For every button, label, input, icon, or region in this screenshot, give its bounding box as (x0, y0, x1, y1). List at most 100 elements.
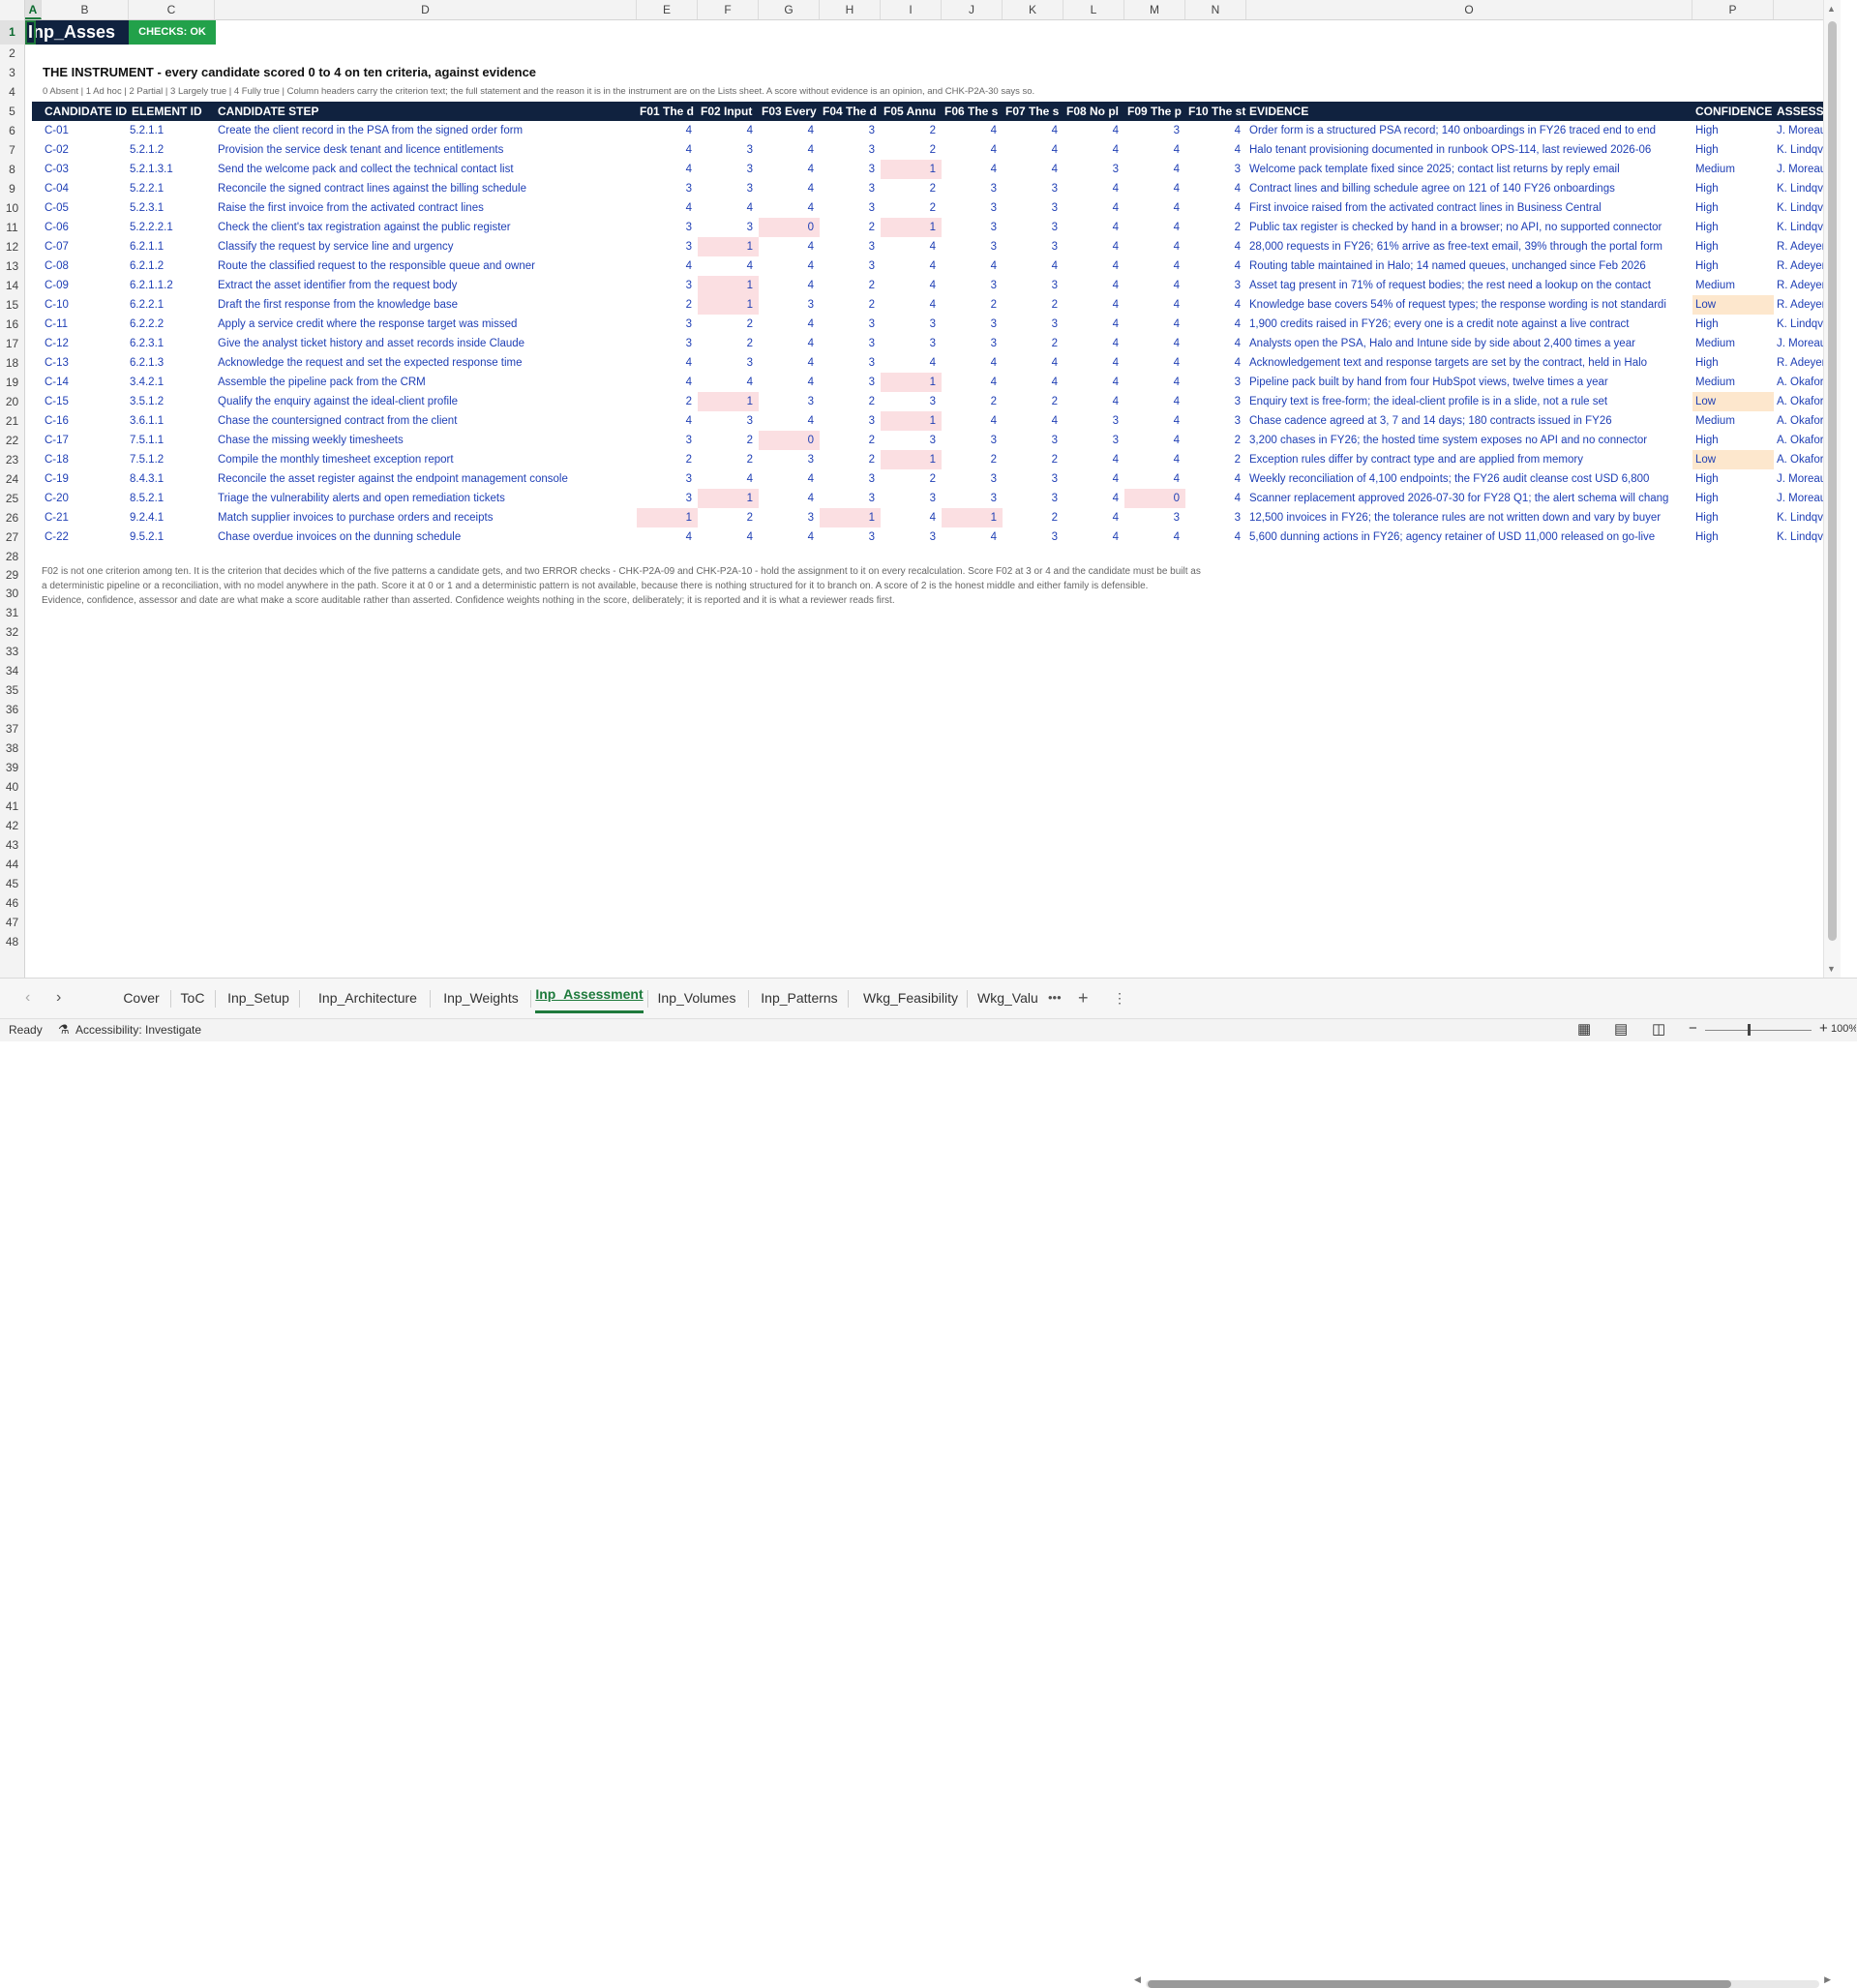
score-cell-f07[interactable]: 3 (1003, 315, 1063, 334)
score-cell-f07[interactable]: 4 (1003, 160, 1063, 179)
candidate-id-cell[interactable]: C-01 (42, 121, 129, 140)
candidate-step-cell[interactable]: Assemble the pipeline pack from the CRM (215, 373, 637, 392)
confidence-cell[interactable]: Medium (1692, 373, 1774, 392)
score-cell-f07[interactable]: 4 (1003, 256, 1063, 276)
score-cell-f01[interactable]: 3 (637, 237, 698, 256)
candidate-id-cell[interactable]: C-18 (42, 450, 129, 469)
row-header-14[interactable]: 14 (0, 276, 24, 295)
zoom-slider-handle[interactable] (1748, 1024, 1751, 1036)
score-cell-f04[interactable]: 2 (820, 431, 881, 450)
confidence-cell[interactable]: High (1692, 218, 1774, 237)
score-cell-f09[interactable]: 4 (1124, 353, 1185, 373)
score-cell-f02[interactable]: 4 (698, 121, 759, 140)
score-cell-f06[interactable]: 4 (942, 411, 1003, 431)
score-cell-f09[interactable]: 4 (1124, 237, 1185, 256)
score-cell-f08[interactable]: 4 (1063, 392, 1124, 411)
row-header-32[interactable]: 32 (0, 622, 24, 642)
score-cell-f07[interactable]: 3 (1003, 179, 1063, 198)
confidence-cell[interactable]: High (1692, 489, 1774, 508)
score-cell-f10[interactable]: 4 (1185, 334, 1246, 353)
score-cell-f03[interactable]: 4 (759, 469, 820, 489)
score-cell-f01[interactable]: 4 (637, 160, 698, 179)
score-cell-f06[interactable]: 4 (942, 160, 1003, 179)
score-cell-f07[interactable]: 3 (1003, 198, 1063, 218)
element-id-cell[interactable]: 6.2.2.1 (129, 295, 215, 315)
instrument-heading[interactable]: THE INSTRUMENT - every candidate scored … (25, 63, 1670, 82)
table-header-7[interactable]: F05 Annu (881, 102, 942, 121)
evidence-cell[interactable]: Pipeline pack built by hand from four Hu… (1246, 373, 1692, 392)
candidate-step-cell[interactable]: Reconcile the signed contract lines agai… (215, 179, 637, 198)
score-cell-f06[interactable]: 4 (942, 140, 1003, 160)
score-cell-f05[interactable]: 2 (881, 140, 942, 160)
row-header-19[interactable]: 19 (0, 373, 24, 392)
score-cell-f03[interactable]: 4 (759, 411, 820, 431)
zoom-in-icon[interactable]: + (1819, 1020, 1828, 1037)
row-header-10[interactable]: 10 (0, 198, 24, 218)
sheet-tab-inp-volumes[interactable]: Inp_Volumes (649, 979, 744, 1019)
score-cell-f08[interactable]: 4 (1063, 140, 1124, 160)
column-header-l[interactable]: L (1063, 0, 1124, 19)
score-cell-f02[interactable]: 2 (698, 315, 759, 334)
score-cell-f01[interactable]: 2 (637, 392, 698, 411)
table-header-8[interactable]: F06 The s (942, 102, 1003, 121)
score-cell-f10[interactable]: 4 (1185, 256, 1246, 276)
add-sheet-button[interactable]: + (1078, 979, 1089, 1019)
score-cell-f05[interactable]: 3 (881, 334, 942, 353)
score-cell-f09[interactable]: 4 (1124, 179, 1185, 198)
evidence-cell[interactable]: Contract lines and billing schedule agre… (1246, 179, 1692, 198)
score-cell-f08[interactable]: 4 (1063, 295, 1124, 315)
row-header-9[interactable]: 9 (0, 179, 24, 198)
score-cell-f03[interactable]: 4 (759, 237, 820, 256)
score-cell-f07[interactable]: 2 (1003, 508, 1063, 527)
score-cell-f03[interactable]: 4 (759, 334, 820, 353)
table-header-10[interactable]: F08 No pl (1063, 102, 1124, 121)
score-cell-f04[interactable]: 1 (820, 508, 881, 527)
row-header-45[interactable]: 45 (0, 874, 24, 893)
score-cell-f07[interactable]: 2 (1003, 334, 1063, 353)
score-cell-f05[interactable]: 3 (881, 431, 942, 450)
row-header-2[interactable]: 2 (0, 45, 24, 63)
score-legend[interactable]: 0 Absent | 1 Ad hoc | 2 Partial | 3 Larg… (25, 82, 1670, 102)
row-header-17[interactable]: 17 (0, 334, 24, 353)
element-id-cell[interactable]: 7.5.1.1 (129, 431, 215, 450)
confidence-cell[interactable]: High (1692, 315, 1774, 334)
row-header-47[interactable]: 47 (0, 913, 24, 932)
element-id-cell[interactable]: 3.5.1.2 (129, 392, 215, 411)
score-cell-f01[interactable]: 3 (637, 469, 698, 489)
score-cell-f02[interactable]: 2 (698, 508, 759, 527)
score-cell-f02[interactable]: 3 (698, 160, 759, 179)
row-header-27[interactable]: 27 (0, 527, 24, 547)
confidence-cell[interactable]: Low (1692, 392, 1774, 411)
score-cell-f01[interactable]: 4 (637, 256, 698, 276)
candidate-step-cell[interactable]: Give the analyst ticket history and asse… (215, 334, 637, 353)
element-id-cell[interactable]: 3.6.1.1 (129, 411, 215, 431)
candidate-step-cell[interactable]: Acknowledge the request and set the expe… (215, 353, 637, 373)
score-cell-f09[interactable]: 4 (1124, 160, 1185, 179)
element-id-cell[interactable]: 7.5.1.2 (129, 450, 215, 469)
score-cell-f10[interactable]: 4 (1185, 121, 1246, 140)
score-cell-f07[interactable]: 2 (1003, 295, 1063, 315)
score-cell-f01[interactable]: 3 (637, 276, 698, 295)
score-cell-f10[interactable]: 4 (1185, 179, 1246, 198)
evidence-cell[interactable]: Asset tag present in 71% of request bodi… (1246, 276, 1692, 295)
score-cell-f03[interactable]: 3 (759, 295, 820, 315)
accessibility-status[interactable]: Accessibility: Investigate (75, 1023, 201, 1037)
score-cell-f09[interactable]: 0 (1124, 489, 1185, 508)
score-cell-f09[interactable]: 4 (1124, 140, 1185, 160)
more-sheets-icon[interactable]: ••• (1048, 979, 1062, 1019)
confidence-cell[interactable]: Medium (1692, 411, 1774, 431)
element-id-cell[interactable]: 6.2.1.2 (129, 256, 215, 276)
score-cell-f01[interactable]: 3 (637, 315, 698, 334)
candidate-id-cell[interactable]: C-02 (42, 140, 129, 160)
score-cell-f09[interactable]: 4 (1124, 411, 1185, 431)
confidence-cell[interactable]: High (1692, 198, 1774, 218)
candidate-step-cell[interactable]: Qualify the enquiry against the ideal-cl… (215, 392, 637, 411)
row-header-18[interactable]: 18 (0, 353, 24, 373)
score-cell-f08[interactable]: 4 (1063, 218, 1124, 237)
score-cell-f09[interactable]: 4 (1124, 295, 1185, 315)
score-cell-f01[interactable]: 1 (637, 508, 698, 527)
candidate-step-cell[interactable]: Route the classified request to the resp… (215, 256, 637, 276)
score-cell-f06[interactable]: 3 (942, 315, 1003, 334)
score-cell-f10[interactable]: 3 (1185, 392, 1246, 411)
score-cell-f09[interactable]: 4 (1124, 392, 1185, 411)
